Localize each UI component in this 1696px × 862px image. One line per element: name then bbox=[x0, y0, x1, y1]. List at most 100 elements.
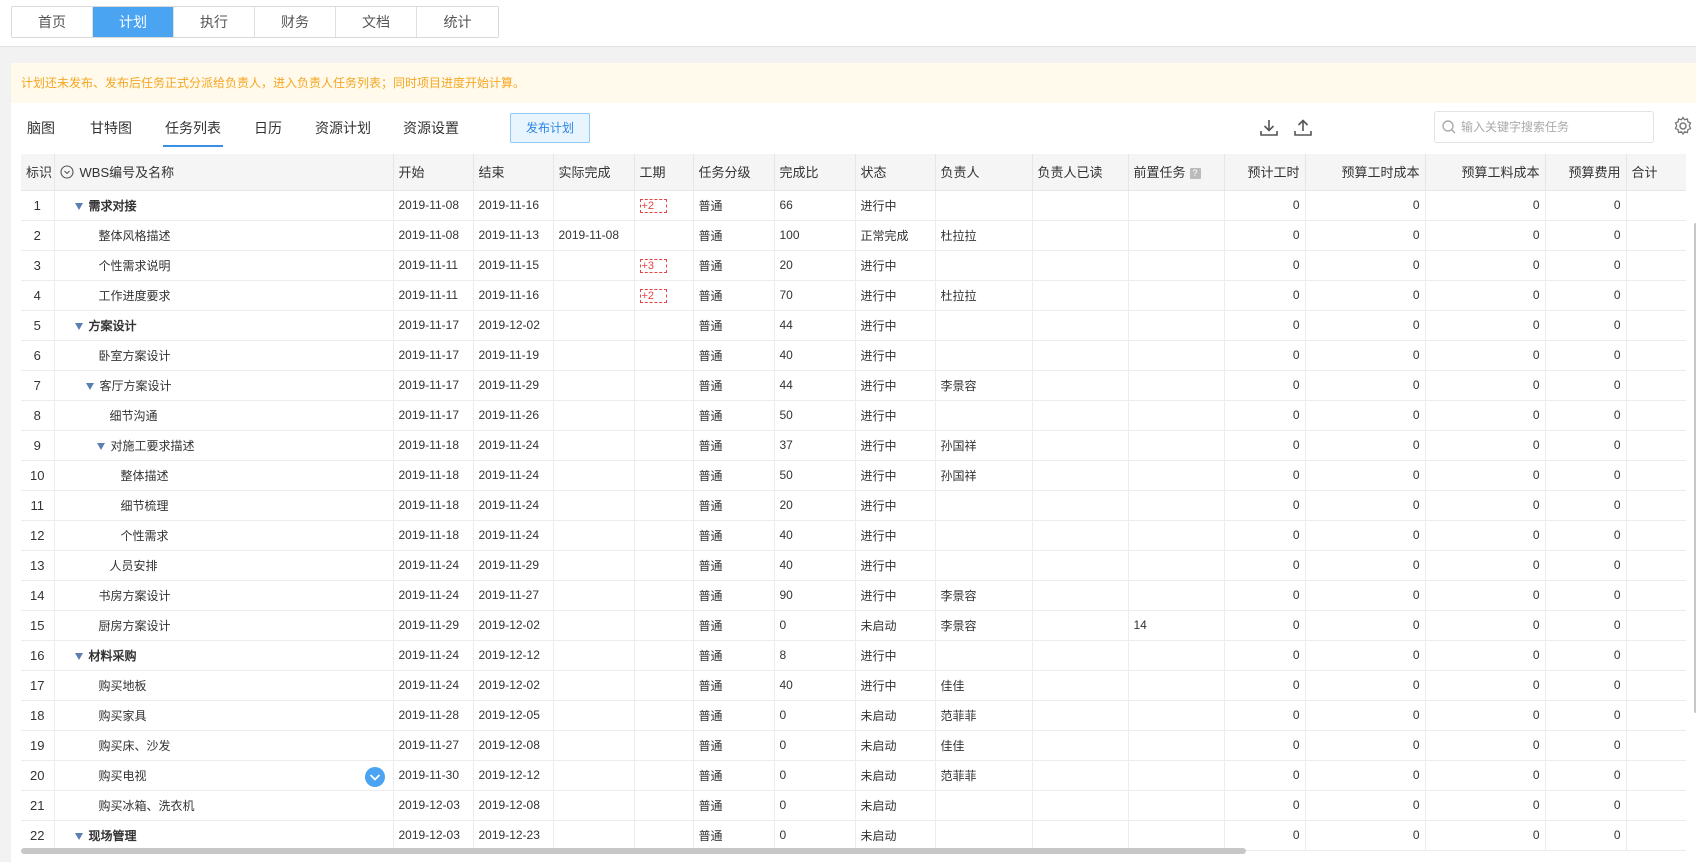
task-name-cell[interactable]: 材料采购 bbox=[54, 640, 394, 671]
table-row[interactable]: 21 购买冰箱、洗衣机 2019-12-03 2019-12-08 普通 0 未启动 0 0 0 0 bbox=[21, 790, 1686, 821]
task-search-box[interactable] bbox=[1434, 111, 1654, 143]
column-header-3[interactable]: 结束 bbox=[473, 154, 554, 191]
expand-triangle-icon[interactable] bbox=[74, 832, 83, 840]
view-tab-5[interactable]: 资源设置 bbox=[403, 103, 459, 155]
column-header-15[interactable]: 预算费用 bbox=[1545, 154, 1627, 191]
column-header-11[interactable]: 前置任务? bbox=[1128, 154, 1225, 191]
column-header-4[interactable]: 实际完成 bbox=[553, 154, 635, 191]
main-tab-4[interactable]: 文档 bbox=[336, 7, 417, 37]
table-row[interactable]: 13 人员安排 2019-11-24 2019-11-29 普通 40 进行中 0 0 0 0 bbox=[21, 550, 1686, 581]
table-row[interactable]: 8 细节沟通 2019-11-17 2019-11-26 普通 50 进行中 0 0 0 0 bbox=[21, 400, 1686, 431]
task-name-cell[interactable]: 细节梳理 bbox=[54, 490, 394, 521]
column-header-7[interactable]: 完成比 bbox=[774, 154, 856, 191]
main-tab-3[interactable]: 财务 bbox=[255, 7, 336, 37]
horizontal-scrollbar[interactable] bbox=[21, 848, 1246, 854]
view-tab-0[interactable]: 脑图 bbox=[27, 103, 55, 155]
table-row[interactable]: 9 对施工要求描述 2019-11-18 2019-11-24 普通 37 进行中 孙国祥 0 0… bbox=[21, 430, 1686, 461]
task-name-cell[interactable]: 个性需求说明 bbox=[54, 250, 394, 281]
column-header-0[interactable]: 标识 bbox=[21, 154, 55, 191]
task-name-cell[interactable]: 购买家具 bbox=[54, 700, 394, 731]
completion-cell: 0 bbox=[774, 820, 856, 851]
main-tab-1[interactable]: 计划 bbox=[93, 7, 174, 37]
column-header-14[interactable]: 预算工料成本 bbox=[1425, 154, 1546, 191]
column-header-8[interactable]: 状态 bbox=[855, 154, 936, 191]
expand-triangle-icon[interactable] bbox=[85, 382, 94, 390]
table-row[interactable]: 5 方案设计 2019-11-17 2019-12-02 普通 44 进行中 0 0 0 0 bbox=[21, 310, 1686, 341]
task-name-cell[interactable]: 方案设计 bbox=[54, 310, 394, 341]
column-header-6[interactable]: 任务分级 bbox=[693, 154, 775, 191]
task-name-cell[interactable]: 卧室方案设计 bbox=[54, 340, 394, 371]
table-row[interactable]: 17 购买地板 2019-11-24 2019-12-02 普通 40 进行中 佳佳 0 0 0 0 bbox=[21, 670, 1686, 701]
task-name-cell[interactable]: 厨房方案设计 bbox=[54, 610, 394, 641]
completion-cell: 66 bbox=[774, 190, 856, 221]
row-menu-chevron-down-icon[interactable] bbox=[364, 766, 385, 787]
column-header-10[interactable]: 负责人已读 bbox=[1032, 154, 1129, 191]
column-header-1[interactable]: WBS编号及名称 bbox=[54, 154, 394, 191]
table-row[interactable]: 16 材料采购 2019-11-24 2019-12-12 普通 8 进行中 0 0 0 0 bbox=[21, 640, 1686, 671]
owner-read-cell bbox=[1032, 250, 1129, 281]
table-row[interactable]: 15 厨房方案设计 2019-11-29 2019-12-02 普通 0 未启动 李景容 14 0… bbox=[21, 610, 1686, 641]
task-name-cell[interactable]: 细节沟通 bbox=[54, 400, 394, 431]
task-name-cell[interactable]: 整体风格描述 bbox=[54, 220, 394, 251]
table-row[interactable]: 22 现场管理 2019-12-03 2019-12-23 普通 0 未启动 0 0 0 0 bbox=[21, 820, 1686, 851]
table-row[interactable]: 3 个性需求说明 2019-11-11 2019-11-15 +3 普通 20 进行中 0 0 0 0 bbox=[21, 250, 1686, 281]
task-name-cell[interactable]: 人员安排 bbox=[54, 550, 394, 581]
expand-triangle-icon[interactable] bbox=[74, 652, 83, 660]
table-row[interactable]: 11 细节梳理 2019-11-18 2019-11-24 普通 20 进行中 0 0 0 0 bbox=[21, 490, 1686, 521]
task-name-cell[interactable]: 购买冰箱、洗衣机 bbox=[54, 790, 394, 821]
table-row[interactable]: 18 购买家具 2019-11-28 2019-12-05 普通 0 未启动 范菲菲 0 0 0 0 bbox=[21, 700, 1686, 731]
download-icon[interactable] bbox=[1256, 115, 1282, 141]
column-header-5[interactable]: 工期 bbox=[634, 154, 694, 191]
view-tab-2[interactable]: 任务列表 bbox=[163, 103, 223, 155]
view-tab-4[interactable]: 资源计划 bbox=[315, 103, 371, 155]
expand-triangle-icon[interactable] bbox=[96, 442, 105, 450]
table-row[interactable]: 12 个性需求 2019-11-18 2019-11-24 普通 40 进行中 0 0 0 0 bbox=[21, 520, 1686, 551]
view-tab-3[interactable]: 日历 bbox=[254, 103, 282, 155]
table-row[interactable]: 4 工作进度要求 2019-11-11 2019-11-16 +2 普通 70 进行中 杜拉拉 0… bbox=[21, 280, 1686, 311]
main-tab-5[interactable]: 统计 bbox=[417, 7, 498, 37]
end-date-cell: 2019-11-16 bbox=[473, 190, 554, 221]
task-name-cell[interactable]: 整体描述 bbox=[54, 460, 394, 491]
table-row[interactable]: 10 整体描述 2019-11-18 2019-11-24 普通 50 进行中 孙国祥 0 0 0 0 bbox=[21, 460, 1686, 491]
column-header-13[interactable]: 预算工时成本 bbox=[1305, 154, 1426, 191]
gear-icon[interactable] bbox=[1671, 114, 1695, 138]
task-name-cell[interactable]: 个性需求 bbox=[54, 520, 394, 551]
table-row[interactable]: 20 购买电视 2019-11-30 2019-12-12 普通 0 未启动 范菲菲 0 0 0 0 bbox=[21, 760, 1686, 791]
column-header-2[interactable]: 开始 bbox=[393, 154, 474, 191]
table-row[interactable]: 1 需求对接 2019-11-08 2019-11-16 +2 普通 66 进行中 0 0 0 0 bbox=[21, 190, 1686, 221]
upload-icon[interactable] bbox=[1290, 115, 1316, 141]
row-id: 19 bbox=[21, 730, 55, 761]
task-name-cell[interactable]: 对施工要求描述 bbox=[54, 430, 394, 461]
task-name-cell[interactable]: 购买床、沙发 bbox=[54, 730, 394, 761]
table-row[interactable]: 19 购买床、沙发 2019-11-27 2019-12-08 普通 0 未启动 佳佳 0 0 0 0 bbox=[21, 730, 1686, 761]
task-name-cell[interactable]: 需求对接 bbox=[54, 190, 394, 221]
task-name-cell[interactable]: 现场管理 bbox=[54, 820, 394, 851]
help-icon[interactable]: ? bbox=[1189, 168, 1201, 180]
task-name-cell[interactable]: 购买地板 bbox=[54, 670, 394, 701]
task-name-cell[interactable]: 客厅方案设计 bbox=[54, 370, 394, 401]
publish-plan-button[interactable]: 发布计划 bbox=[510, 113, 590, 143]
main-tab-2[interactable]: 执行 bbox=[174, 7, 255, 37]
owner-read-cell bbox=[1032, 280, 1129, 311]
view-tab-1[interactable]: 甘特图 bbox=[90, 103, 132, 155]
task-name-cell[interactable]: 书房方案设计 bbox=[54, 580, 394, 611]
task-name-cell[interactable]: 购买电视 bbox=[54, 760, 394, 791]
table-row[interactable]: 14 书房方案设计 2019-11-24 2019-11-27 普通 90 进行中 李景容 0 0… bbox=[21, 580, 1686, 611]
budget-material-cost-cell: 0 bbox=[1425, 250, 1546, 281]
expand-triangle-icon[interactable] bbox=[74, 322, 83, 330]
column-header-9[interactable]: 负责人 bbox=[935, 154, 1033, 191]
table-row[interactable]: 7 客厅方案设计 2019-11-17 2019-11-29 普通 44 进行中 李景容 0 0 0… bbox=[21, 370, 1686, 401]
column-header-16[interactable]: 合计 bbox=[1626, 154, 1686, 191]
end-date-cell: 2019-12-02 bbox=[473, 610, 554, 641]
search-input[interactable] bbox=[1461, 112, 1649, 142]
task-name-cell[interactable]: 工作进度要求 bbox=[54, 280, 394, 311]
expand-triangle-icon[interactable] bbox=[74, 202, 83, 210]
task-name: 厨房方案设计 bbox=[98, 618, 171, 633]
column-header-label: 开始 bbox=[398, 165, 425, 181]
column-header-12[interactable]: 预计工时 bbox=[1224, 154, 1306, 191]
table-row[interactable]: 2 整体风格描述 2019-11-08 2019-11-13 2019-11-08 普通 1… bbox=[21, 220, 1686, 251]
table-row[interactable]: 6 卧室方案设计 2019-11-17 2019-11-19 普通 40 进行中 0 0 0 0 bbox=[21, 340, 1686, 371]
collapse-all-icon[interactable] bbox=[59, 165, 74, 182]
budget-expense-cell: 0 bbox=[1545, 610, 1627, 641]
main-tab-0[interactable]: 首页 bbox=[12, 7, 93, 37]
